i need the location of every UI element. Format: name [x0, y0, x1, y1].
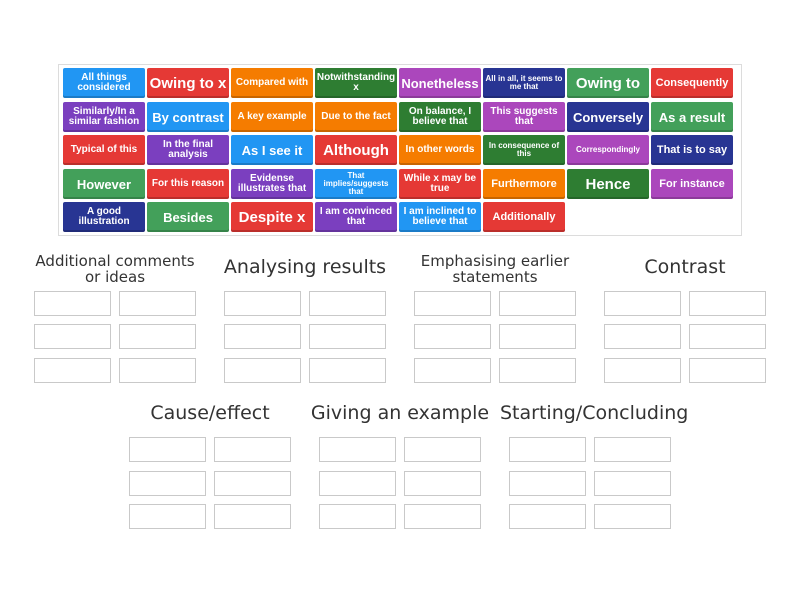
tile-typical-of-this[interactable]: Typical of this: [63, 135, 145, 165]
tile-consequently[interactable]: Consequently: [651, 68, 733, 98]
tile-nonetheless[interactable]: Nonetheless: [399, 68, 481, 98]
drop-slot-additional[interactable]: [34, 291, 111, 316]
drop-slot-contrast[interactable]: [689, 358, 766, 383]
drop-slot-contrast[interactable]: [689, 291, 766, 316]
tile-for-instance[interactable]: For instance: [651, 169, 733, 199]
tile-evidense-illustrates-that[interactable]: Evidense illustrates that: [231, 169, 313, 199]
drop-slot-emphasising[interactable]: [414, 291, 491, 316]
drop-slot-cause-effect[interactable]: [214, 437, 291, 462]
tile-besides[interactable]: Besides: [147, 202, 229, 232]
tile-on-balance[interactable]: On balance, I believe that: [399, 102, 481, 132]
tile-in-other-words[interactable]: In other words: [399, 135, 481, 165]
tile-additionally[interactable]: Additionally: [483, 202, 565, 232]
tile-all-things-considered[interactable]: All things considered: [63, 68, 145, 98]
tile-a-key-example[interactable]: A key example: [231, 102, 313, 132]
category-title-analysing: Analysing results: [223, 256, 387, 278]
drop-slot-giving-example[interactable]: [319, 437, 396, 462]
drop-slot-giving-example[interactable]: [404, 437, 481, 462]
category-title-giving-example: Giving an example: [310, 402, 490, 424]
drop-slot-contrast[interactable]: [604, 291, 681, 316]
drop-slot-cause-effect[interactable]: [129, 471, 206, 496]
drop-slot-analysing[interactable]: [309, 358, 386, 383]
category-title-starting-concluding: Starting/Concluding: [500, 402, 689, 424]
category-title-emphasising: Emphasising earlier statements: [420, 252, 570, 286]
tile-all-in-all[interactable]: All in all, it seems to me that: [483, 68, 565, 98]
tile-for-this-reason[interactable]: For this reason: [147, 169, 229, 199]
drop-slot-starting-concluding[interactable]: [509, 471, 586, 496]
category-title-cause-effect: Cause/effect: [150, 402, 270, 424]
drop-slot-starting-concluding[interactable]: [594, 504, 671, 529]
drop-slot-giving-example[interactable]: [319, 504, 396, 529]
drop-slot-cause-effect[interactable]: [214, 471, 291, 496]
drop-slot-emphasising[interactable]: [414, 324, 491, 349]
category-title-contrast: Contrast: [644, 256, 726, 278]
tile-hence[interactable]: Hence: [567, 169, 649, 199]
tile-correspondingly[interactable]: Correspondingly: [567, 135, 649, 165]
drop-slot-cause-effect[interactable]: [214, 504, 291, 529]
drop-slot-cause-effect[interactable]: [129, 437, 206, 462]
tile-that-is-to-say[interactable]: That is to say: [651, 135, 733, 165]
tile-i-am-inclined-to-believe-that[interactable]: I am inclined to believe that: [399, 202, 481, 232]
drop-slot-emphasising[interactable]: [499, 324, 576, 349]
drop-slot-analysing[interactable]: [309, 291, 386, 316]
drop-slot-emphasising[interactable]: [414, 358, 491, 383]
tile-i-am-convinced-that[interactable]: I am convinced that: [315, 202, 397, 232]
drop-slot-analysing[interactable]: [224, 291, 301, 316]
tile-compared-with[interactable]: Compared with: [231, 68, 313, 98]
tile-in-consequence-of-this[interactable]: In consequence of this: [483, 135, 565, 165]
drop-slot-emphasising[interactable]: [499, 358, 576, 383]
tile-as-a-result[interactable]: As a result: [651, 102, 733, 132]
tile-by-contrast[interactable]: By contrast: [147, 102, 229, 132]
tile-owing-to-x[interactable]: Owing to x: [147, 68, 229, 98]
drop-slot-starting-concluding[interactable]: [509, 437, 586, 462]
tile-furthermore[interactable]: Furthermore: [483, 169, 565, 199]
tile-however[interactable]: However: [63, 169, 145, 199]
category-title-additional: Additional comments or ideas: [35, 252, 195, 286]
drop-slot-cause-effect[interactable]: [129, 504, 206, 529]
drop-slot-starting-concluding[interactable]: [594, 437, 671, 462]
tile-although[interactable]: Although: [315, 135, 397, 165]
drop-slot-giving-example[interactable]: [319, 471, 396, 496]
drop-slot-additional[interactable]: [34, 324, 111, 349]
drop-slot-giving-example[interactable]: [404, 504, 481, 529]
drop-slot-analysing[interactable]: [224, 358, 301, 383]
tile-notwithstanding-x[interactable]: Notwithstanding x: [315, 68, 397, 98]
tile-a-good-illustration[interactable]: A good illustration: [63, 202, 145, 232]
tile-as-i-see-it[interactable]: As I see it: [231, 135, 313, 165]
tile-owing-to[interactable]: Owing to: [567, 68, 649, 98]
drop-slot-additional[interactable]: [119, 324, 196, 349]
tile-conversely[interactable]: Conversely: [567, 102, 649, 132]
tile-this-suggests-that[interactable]: This suggests that: [483, 102, 565, 132]
drop-slot-contrast[interactable]: [689, 324, 766, 349]
drop-slot-starting-concluding[interactable]: [594, 471, 671, 496]
tile-while-x-may-be-true[interactable]: While x may be true: [399, 169, 481, 199]
drop-slot-emphasising[interactable]: [499, 291, 576, 316]
tile-due-to-the-fact[interactable]: Due to the fact: [315, 102, 397, 132]
drop-slot-additional[interactable]: [119, 358, 196, 383]
tile-that-implies-suggests-that[interactable]: That implies/suggests that: [315, 169, 397, 199]
drop-slot-analysing[interactable]: [309, 324, 386, 349]
tile-despite-x[interactable]: Despite x: [231, 202, 313, 232]
drop-slot-contrast[interactable]: [604, 324, 681, 349]
tile-similarly[interactable]: Similarly/In a similar fashion: [63, 102, 145, 132]
drop-slot-starting-concluding[interactable]: [509, 504, 586, 529]
drop-slot-additional[interactable]: [119, 291, 196, 316]
tile-in-the-final-analysis[interactable]: In the final analysis: [147, 135, 229, 165]
word-bank: All things considered Owing to x Compare…: [58, 64, 742, 236]
drop-slot-giving-example[interactable]: [404, 471, 481, 496]
drop-slot-contrast[interactable]: [604, 358, 681, 383]
drop-slot-additional[interactable]: [34, 358, 111, 383]
drop-slot-analysing[interactable]: [224, 324, 301, 349]
